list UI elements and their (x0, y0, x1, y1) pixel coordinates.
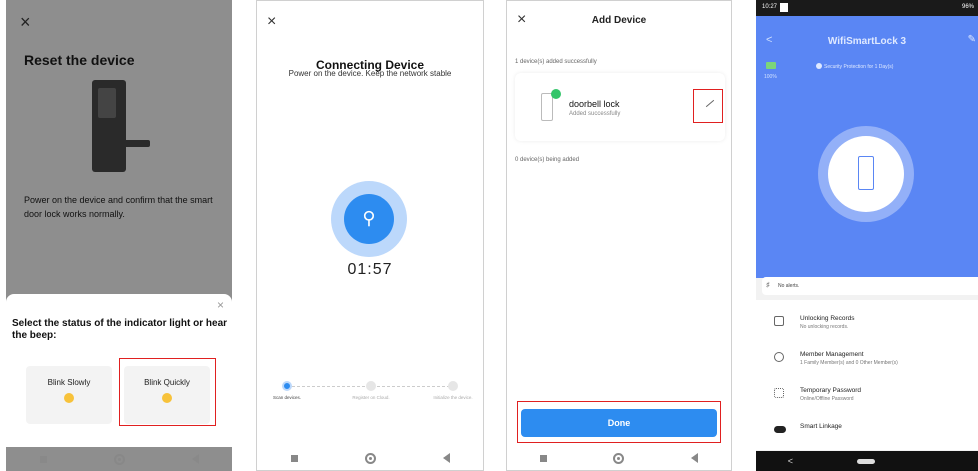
sheet-close-icon[interactable]: × (217, 298, 224, 312)
nav-bar (507, 446, 731, 470)
connecting-subtitle: Power on the device. Keep the network st… (288, 69, 452, 78)
menu-sub: 1 Family Member(s) and 0 Other Member(s) (800, 360, 898, 366)
countdown-timer: 01:57 (347, 261, 393, 278)
battery-level: 100% (764, 74, 777, 80)
status-bar: 10:27 96% (756, 0, 978, 16)
device-card[interactable]: doorbell lock Added successfully (515, 73, 725, 141)
reset-device-screen: × Reset the device Power on the device a… (6, 0, 232, 471)
step-label: Scan devices. (272, 395, 301, 400)
close-icon[interactable]: × (20, 12, 31, 33)
status-time: 10:27 (762, 4, 778, 10)
home-icon[interactable] (113, 453, 125, 465)
step-initialize: Initialize the device. (423, 381, 483, 401)
search-progress-ring: ⚲ (331, 181, 407, 257)
recents-icon[interactable] (540, 454, 548, 462)
reset-description: Power on the device and confirm that the… (24, 195, 213, 219)
smart-lock-screen: < WifiSmartLock 3 ✎ 100% Security Protec… (756, 0, 978, 471)
records-icon (774, 316, 784, 326)
menu-label: Member Management (800, 351, 864, 358)
page-title: Add Device (591, 15, 647, 26)
unlock-button[interactable] (818, 126, 914, 222)
menu-temporary-password[interactable]: Temporary Password Online/Offline Passwor… (756, 376, 978, 412)
highlight-box (693, 89, 723, 123)
blink-slowly-option[interactable]: Blink Slowly (26, 366, 112, 424)
nav-bar: < (756, 451, 978, 471)
menu-sub: Online/Offline Password (800, 396, 854, 402)
home-pill-icon[interactable] (856, 458, 875, 464)
menu-label: Unlocking Records (800, 315, 855, 322)
home-icon[interactable] (364, 452, 376, 464)
alert-bar[interactable]: ♯ No alerts. (762, 277, 978, 295)
page-title: Reset the device (24, 52, 135, 68)
back-icon[interactable] (690, 453, 698, 463)
step-label: Register on Cloud. (352, 395, 390, 400)
menu-label: Smart Linkage (800, 423, 842, 430)
option-label: Blink Slowly (47, 378, 91, 387)
menu-smart-linkage[interactable]: Smart Linkage (756, 412, 978, 448)
lock-menu: Unlocking Records No unlocking records. M… (756, 300, 978, 450)
keypad-icon (774, 388, 784, 398)
speaker-icon: ♯ (766, 282, 770, 289)
step-dot (366, 381, 376, 391)
adding-count: 0 device(s) being added (515, 157, 580, 163)
recents-icon[interactable] (290, 454, 298, 462)
menu-member-management[interactable]: Member Management 1 Family Member(s) and … (756, 340, 978, 376)
menu-sub: No unlocking records. (800, 324, 849, 330)
step-register: Register on Cloud. (341, 381, 401, 401)
status-battery: 96% (961, 4, 974, 10)
sheet-question: Select the status of the indicator light… (12, 318, 228, 341)
back-icon[interactable] (442, 453, 450, 463)
edit-icon[interactable]: ✎ (968, 34, 976, 45)
connecting-device-screen: × Connecting Device Power on the device.… (256, 0, 484, 471)
door-lock-image (92, 80, 150, 172)
members-icon (774, 352, 784, 362)
shield-icon (816, 63, 822, 69)
toggle-icon (774, 426, 786, 433)
indicator-status-sheet: × Select the status of the indicator lig… (6, 294, 232, 454)
highlight-box (119, 358, 216, 426)
home-icon[interactable] (613, 452, 625, 464)
battery-icon (766, 62, 776, 69)
bulb-icon (64, 393, 74, 403)
added-count: 1 device(s) added successfully (515, 59, 597, 65)
alert-text: No alerts. (778, 283, 800, 289)
nav-bar (6, 447, 232, 471)
back-icon[interactable]: < (788, 456, 793, 466)
step-label: Initialize the device. (433, 395, 473, 400)
recents-icon[interactable] (39, 455, 47, 463)
search-icon: ⚲ (344, 194, 394, 244)
back-icon[interactable] (191, 454, 199, 464)
security-status: Security Protection for 1 Day(s) (824, 64, 894, 70)
done-button[interactable]: Done (521, 409, 717, 437)
device-status: Added successfully (569, 111, 621, 117)
step-scan: Scan devices. (257, 381, 317, 401)
step-dot (448, 381, 458, 391)
close-icon[interactable]: × (267, 13, 276, 31)
lock-title: WifiSmartLock 3 (827, 36, 907, 47)
add-device-screen: × Add Device 1 device(s) added successfu… (506, 0, 732, 471)
lock-icon (858, 156, 874, 190)
check-icon (551, 89, 561, 99)
step-dot (282, 381, 292, 391)
progress-steps: Scan devices. Register on Cloud. Initial… (273, 381, 473, 411)
device-name: doorbell lock (569, 99, 620, 109)
lock-header: < WifiSmartLock 3 ✎ 100% Security Protec… (756, 0, 978, 278)
menu-unlocking-records[interactable]: Unlocking Records No unlocking records. (756, 304, 978, 340)
menu-label: Temporary Password (800, 387, 862, 394)
nav-bar (257, 446, 483, 470)
